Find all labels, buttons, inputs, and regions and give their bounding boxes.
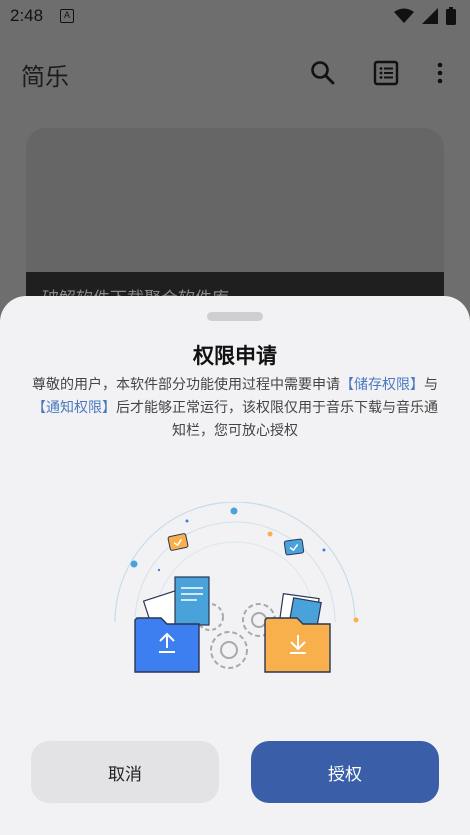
dialog-title: 权限申请 <box>193 344 277 368</box>
list-button[interactable] <box>369 56 403 90</box>
grant-button[interactable]: 授权 <box>251 741 439 803</box>
permission-bottom-sheet: 权限申请 尊敬的用户，本软件部分功能使用过程中需要申请【储存权限】与【通知权限】… <box>0 296 470 835</box>
message-text-3: 后才能够正常运行，该权限仅用于音乐下载与音乐通知栏，您可放心授权 <box>116 400 438 439</box>
message-text-1: 尊敬的用户，本软件部分功能使用过程中需要申请 <box>32 377 340 393</box>
cancel-button[interactable]: 取消 <box>31 741 219 803</box>
notification-a-icon: A <box>60 9 74 23</box>
storage-permission-link: 【储存权限】 <box>340 377 424 393</box>
status-time: 2:48 <box>10 6 44 25</box>
search-icon <box>311 61 335 85</box>
app-title: 简乐 <box>21 63 69 91</box>
list-icon <box>373 60 399 86</box>
signal-icon <box>422 8 438 24</box>
dialog-message: 尊敬的用户，本软件部分功能使用过程中需要申请【储存权限】与【通知权限】后才能够正… <box>28 374 442 443</box>
more-options-button[interactable] <box>423 56 457 90</box>
search-button[interactable] <box>306 56 340 90</box>
wifi-icon <box>394 8 414 23</box>
app-bar: 简乐 <box>0 32 470 116</box>
message-text-2: 与 <box>424 377 438 393</box>
status-bar: 2:48 A <box>0 0 470 32</box>
battery-icon <box>446 7 456 25</box>
notification-permission-link: 【通知权限】 <box>32 400 116 416</box>
status-icons <box>394 7 456 25</box>
more-vert-icon <box>437 62 443 84</box>
sheet-drag-handle[interactable] <box>207 312 263 321</box>
file-transfer-illustration <box>114 502 359 673</box>
